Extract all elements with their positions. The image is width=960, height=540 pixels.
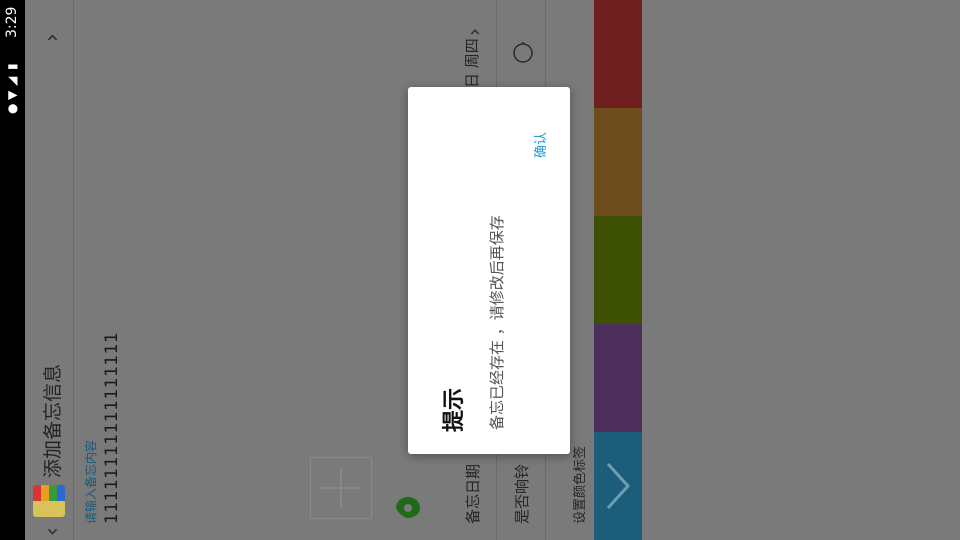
chevron-down-icon[interactable]: ‹ xyxy=(40,527,65,536)
color-swatch-orange[interactable] xyxy=(594,108,642,216)
dialog-message: 备忘已经存在 ，请修改后再保存 xyxy=(488,215,506,430)
dialog-title: 提示 xyxy=(442,387,467,432)
color-swatch-purple[interactable] xyxy=(594,324,642,432)
chevron-right-icon[interactable]: › xyxy=(40,33,65,42)
plus-icon xyxy=(321,468,361,508)
map-pin-icon[interactable] xyxy=(394,494,422,522)
color-swatch-green[interactable] xyxy=(594,216,642,324)
page-title: 添加备忘信息 xyxy=(42,363,64,478)
memo-text-field[interactable]: 11111111111111111 xyxy=(102,332,122,524)
date-label: 备忘日期 xyxy=(464,463,482,524)
date-value[interactable]: 日 周四 xyxy=(461,38,482,88)
memo-input-placeholder[interactable]: 请输入备忘内容 xyxy=(82,440,99,524)
wifi-icon: ▼ xyxy=(5,90,19,100)
add-photo-button[interactable] xyxy=(310,457,372,519)
battery-charging-icon: ▮ xyxy=(5,63,19,70)
bell-toggle[interactable] xyxy=(512,42,534,64)
signal-icon: ◢ xyxy=(5,76,19,86)
confirm-button[interactable]: 确认 xyxy=(530,132,549,158)
status-time: 3:29 xyxy=(4,6,20,38)
background xyxy=(642,0,960,540)
color-swatch-red[interactable] xyxy=(594,0,642,108)
chevron-right-icon[interactable]: › xyxy=(462,28,486,36)
location-icon: ● xyxy=(5,103,19,114)
memo-content-area xyxy=(74,0,434,540)
color-tag-label: 设置颜色标签 xyxy=(573,445,588,524)
bell-label: 是否响铃 xyxy=(513,463,531,524)
chevron-right-icon xyxy=(600,456,636,516)
memo-app-icon xyxy=(33,485,65,517)
